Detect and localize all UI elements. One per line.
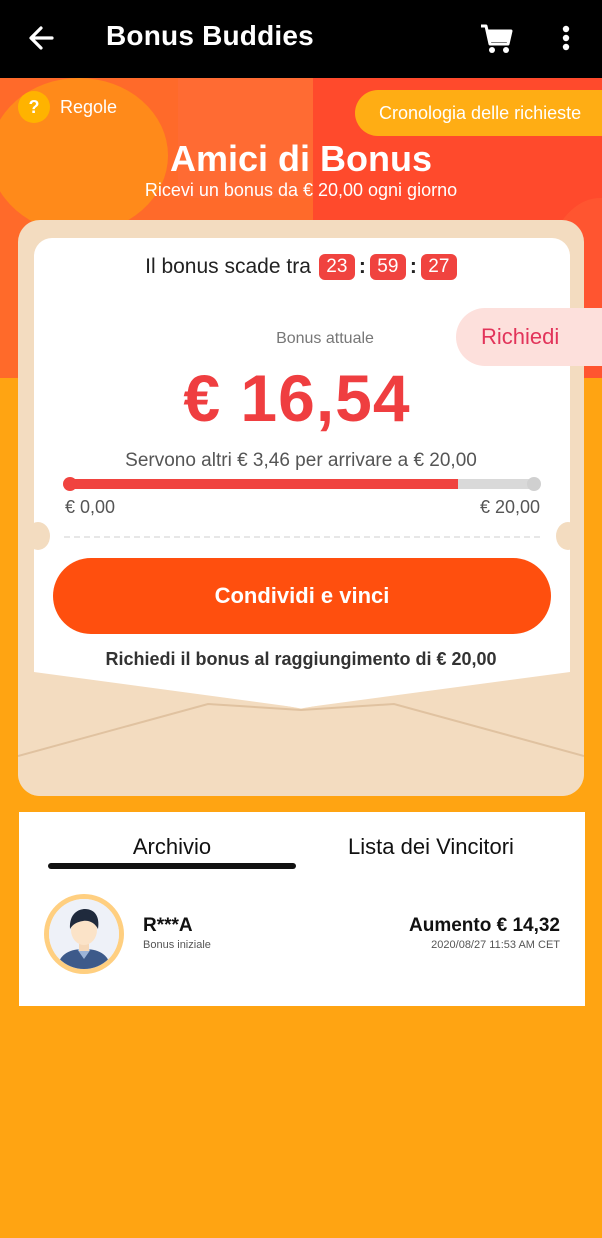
winner-increase: Aumento € 14,32 [409,915,560,936]
progress-start-dot [63,477,77,491]
avatar [44,894,124,974]
active-tab-indicator [48,863,296,869]
hero-title: Amici di Bonus [169,138,433,179]
share-and-win-button[interactable]: Condividi e vinci [53,558,551,634]
question-icon: ? [18,91,50,123]
timer-hours: 23 [318,254,355,280]
hero-subtitle: Ricevi un bonus da € 20,00 ogni giorno [144,180,458,200]
request-history-button[interactable]: Cronologia delle richieste [355,90,602,136]
arrow-left-icon[interactable] [22,20,62,56]
app-title: Bonus Buddies [106,20,314,51]
progress-end-dot [527,477,541,491]
bonus-amount: € 16,54 [183,361,411,435]
winner-bonus-type: Bonus iniziale [143,939,211,951]
winner-datetime: 2020/08/27 11:53 AM CET [431,939,560,951]
rules-label: Regole [60,96,118,117]
timer-minutes: 59 [369,254,406,280]
current-bonus-label: Bonus attuale [276,330,374,347]
divider [64,536,540,538]
rules-link[interactable]: ? Regole [18,91,118,123]
cart-icon[interactable] [476,18,516,58]
claim-hint: Richiedi il bonus al raggiungimento di €… [105,649,497,669]
remaining-text: Servono altri € 3,46 per arrivare a € 20… [125,450,477,471]
timer-label: Il bonus scade tra [145,255,311,278]
app-bar: Bonus Buddies [0,0,602,78]
winner-name: R***A [143,915,193,936]
timer-seconds: 27 [420,254,457,280]
tab-archive[interactable]: Archivio [48,834,296,860]
bonus-progress-bar [63,477,541,491]
bonus-timer: Il bonus scade tra 23 : 59 : 27 [0,254,602,280]
more-vert-icon[interactable] [552,20,580,60]
card-notch-right [556,522,580,550]
progress-max-label: € 20,00 [479,497,540,517]
progress-fill [64,479,458,489]
card-notch-left [26,522,50,550]
progress-min-label: € 0,00 [65,497,116,517]
user-avatar-icon [49,899,119,969]
tab-winners[interactable]: Lista dei Vincitori [320,834,542,860]
envelope-graphic [18,660,584,796]
